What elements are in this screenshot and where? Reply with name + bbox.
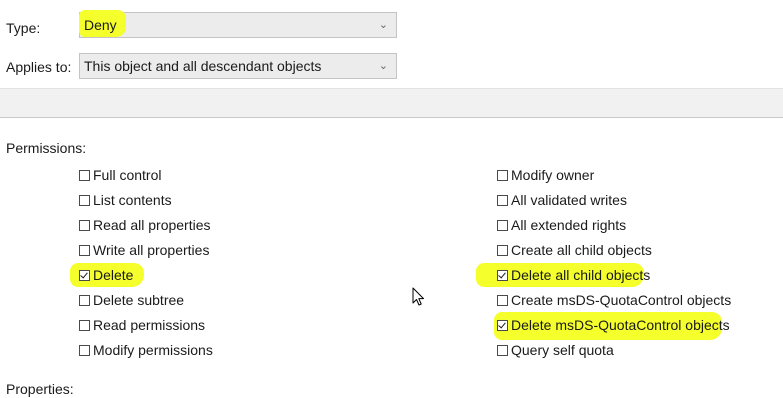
applies-to-label: Applies to: — [6, 59, 72, 75]
chevron-down-icon: ⌄ — [378, 60, 388, 72]
checkbox-icon[interactable] — [497, 295, 508, 306]
checkbox-checked-icon[interactable] — [497, 320, 508, 331]
permission-label: Delete msDS-QuotaControl objects — [511, 317, 730, 333]
permission-label: Delete subtree — [93, 292, 185, 308]
checkbox-icon[interactable] — [79, 245, 90, 256]
permission-all-validated-writes[interactable]: All validated writes — [497, 190, 627, 210]
chevron-down-icon: ⌄ — [378, 19, 388, 31]
checkbox-checked-icon[interactable] — [497, 270, 508, 281]
permissions-heading: Permissions: — [6, 140, 87, 156]
permission-read-permissions[interactable]: Read permissions — [79, 315, 205, 335]
permission-create-all-child-objects[interactable]: Create all child objects — [497, 240, 652, 260]
permission-delete[interactable]: Delete — [70, 263, 144, 287]
permission-label: All validated writes — [511, 192, 627, 208]
applies-to-dropdown-value: This object and all descendant objects — [84, 58, 322, 74]
checkbox-icon[interactable] — [497, 170, 508, 181]
properties-heading: Properties: — [6, 381, 74, 397]
permission-create-msds-quotacontrol-objects[interactable]: Create msDS-QuotaControl objects — [497, 290, 731, 310]
permission-label: Create all child objects — [511, 242, 652, 258]
checkbox-icon[interactable] — [79, 220, 90, 231]
permission-delete-msds-quotacontrol-objects[interactable]: Delete msDS-QuotaControl objects — [494, 312, 730, 340]
permission-modify-owner[interactable]: Modify owner — [497, 165, 594, 185]
applies-to-dropdown[interactable]: This object and all descendant objects ⌄ — [79, 53, 397, 79]
permission-label: Modify permissions — [93, 342, 213, 358]
checkbox-icon[interactable] — [497, 220, 508, 231]
permission-read-all-properties[interactable]: Read all properties — [79, 215, 211, 235]
checkbox-icon[interactable] — [79, 345, 90, 356]
type-dropdown[interactable]: Deny ⌄ — [79, 10, 397, 38]
mouse-cursor-icon — [412, 287, 424, 306]
permission-label: All extended rights — [511, 217, 627, 233]
permission-label: Query self quota — [511, 342, 614, 358]
permission-label: Read permissions — [93, 317, 206, 333]
permission-full-control[interactable]: Full control — [79, 165, 161, 185]
permission-label: Write all properties — [93, 242, 210, 258]
permission-label: List contents — [93, 192, 172, 208]
permission-label: Create msDS-QuotaControl objects — [511, 292, 732, 308]
permission-list-contents[interactable]: List contents — [79, 190, 172, 210]
permission-label: Delete — [93, 267, 134, 283]
checkbox-icon[interactable] — [497, 345, 508, 356]
permission-query-self-quota[interactable]: Query self quota — [497, 340, 614, 360]
permission-delete-subtree[interactable]: Delete subtree — [79, 290, 184, 310]
permission-label: Full control — [93, 167, 162, 183]
checkbox-icon[interactable] — [79, 295, 90, 306]
permission-modify-permissions[interactable]: Modify permissions — [79, 340, 213, 360]
permission-all-extended-rights[interactable]: All extended rights — [497, 215, 626, 235]
checkbox-icon[interactable] — [79, 170, 90, 181]
permission-label: Modify owner — [511, 167, 595, 183]
permission-delete-all-child-objects[interactable]: Delete all child objects — [476, 263, 651, 287]
type-dropdown-value: Deny — [84, 17, 117, 33]
permission-write-all-properties[interactable]: Write all properties — [79, 240, 209, 260]
type-label: Type: — [6, 20, 41, 36]
checkbox-checked-icon[interactable] — [79, 270, 90, 281]
checkbox-icon[interactable] — [497, 195, 508, 206]
checkbox-icon[interactable] — [497, 245, 508, 256]
permission-label: Read all properties — [93, 217, 211, 233]
checkbox-icon[interactable] — [79, 195, 90, 206]
permission-label: Delete all child objects — [511, 267, 651, 283]
section-divider — [0, 88, 783, 118]
checkbox-icon[interactable] — [79, 320, 90, 331]
